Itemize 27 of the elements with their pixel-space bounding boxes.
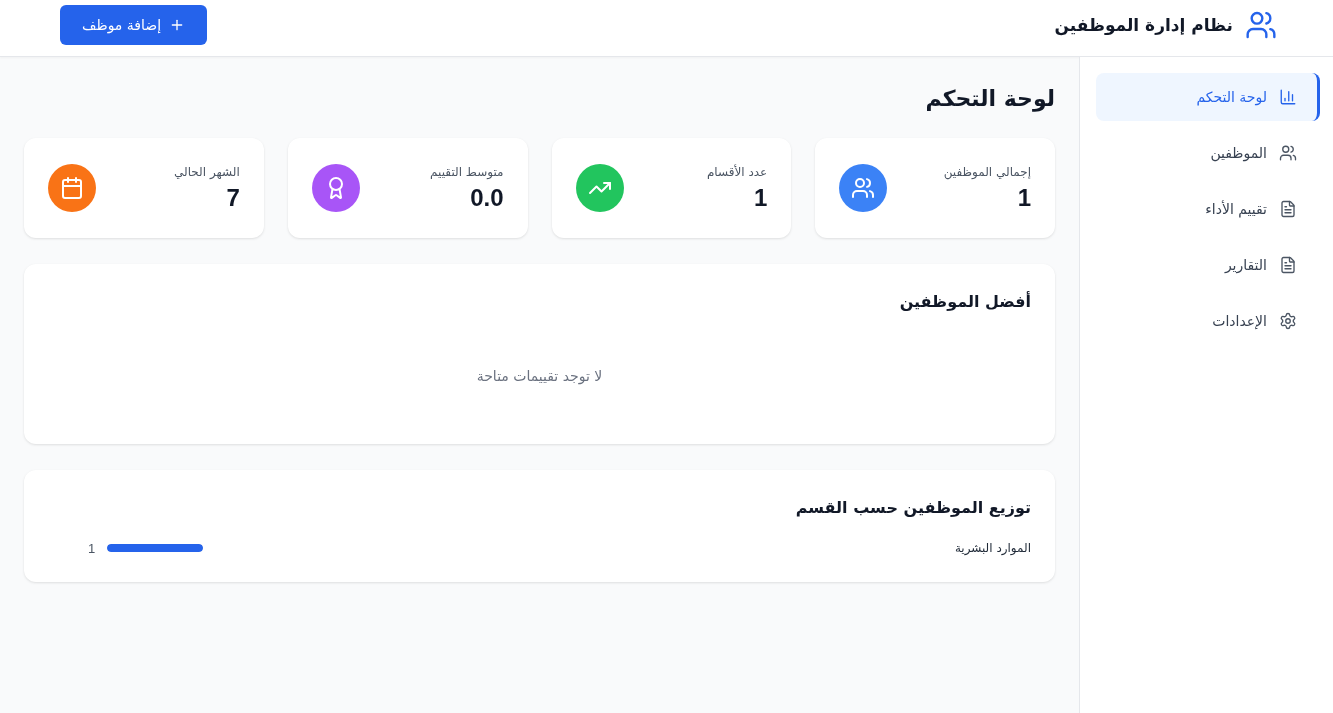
document-icon — [1279, 256, 1297, 274]
add-employee-button[interactable]: إضافة موظف — [60, 5, 208, 45]
sidebar-item[interactable]: الإعدادات — [1096, 297, 1320, 345]
sidebar-item[interactable]: تقييم الأداء — [1096, 185, 1320, 233]
sidebar-item[interactable]: التقارير — [1096, 241, 1320, 289]
department-count: 1 — [88, 540, 96, 556]
stat-label: الشهر الحالي — [174, 164, 240, 181]
card-title: توزيع الموظفين حسب القسم — [794, 497, 1031, 519]
department-name: الموارد البشرية — [954, 541, 1031, 555]
document-icon — [1279, 200, 1297, 218]
gear-icon — [1279, 312, 1297, 330]
page-title: لوحة التحكم — [924, 85, 1055, 114]
bar-chart-icon — [1279, 88, 1297, 106]
stat-value: 0.0 — [469, 183, 504, 213]
stat-value: 1 — [752, 183, 768, 213]
empty-message: لا توجد تقييمات متاحة — [476, 367, 603, 387]
stat-value: 1 — [1016, 183, 1031, 213]
stat-value: 7 — [225, 183, 240, 213]
app-title: نظام إدارة الموظفين — [1054, 15, 1233, 35]
card-title: أفضل الموظفين — [898, 290, 1031, 313]
sidebar-item[interactable]: الموظفين — [1096, 129, 1320, 177]
sidebar-item[interactable]: لوحة التحكم — [1096, 73, 1320, 121]
users-icon — [1279, 144, 1297, 162]
users-logo-icon — [1245, 9, 1277, 41]
stat-label: إجمالي الموظفين — [943, 164, 1031, 182]
stat-label: عدد الأقسام — [706, 163, 768, 181]
stat-label: متوسط التقييم — [430, 164, 504, 181]
